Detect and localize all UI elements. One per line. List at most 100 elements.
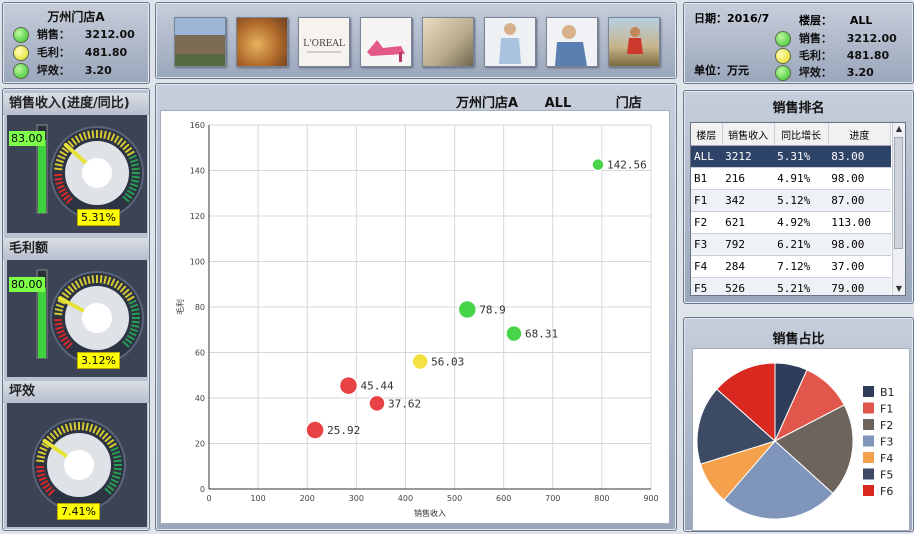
interior-photo[interactable] [422, 17, 474, 67]
svg-text:L'OREAL: L'OREAL [303, 39, 345, 49]
legend-label: F1 [880, 403, 893, 416]
floor-value: ALL [850, 14, 873, 27]
level-bar-fill [38, 288, 46, 358]
scroll-thumb[interactable] [894, 137, 903, 249]
legend-swatch [863, 436, 874, 447]
legend-swatch [863, 419, 874, 430]
date-label: 日期：2016/7 [694, 10, 769, 26]
legend-swatch [863, 485, 874, 496]
legend-swatch [863, 452, 874, 463]
column-header[interactable]: 销售收入 [722, 123, 774, 146]
gauge-tick [54, 169, 62, 170]
legend-swatch [863, 403, 874, 414]
level-bar-fill [38, 140, 46, 213]
y-tick-label: 160 [190, 121, 205, 130]
gauge-hub [64, 450, 94, 480]
y-tick-label: 140 [190, 167, 205, 176]
data-label: 68.31 [525, 328, 558, 341]
ranking-title: 销售排名 [684, 97, 913, 116]
data-label: 142.56 [607, 159, 647, 172]
ranking-table: 楼层 销售收入 同比增长 进度 ALL32125.31%83.00 B12164… [690, 122, 906, 296]
table-row[interactable]: F26214.92%113.00 [691, 212, 891, 234]
data-point [592, 159, 604, 171]
x-tick-label: 600 [496, 494, 511, 503]
table-row[interactable]: F37926.21%98.00 [691, 234, 891, 256]
photo-strip: L'OREAL [155, 2, 677, 79]
column-header[interactable]: 楼层 [691, 123, 722, 146]
gauge-pct-value: 7.41% [57, 503, 100, 520]
chart-store: 万州门店A [456, 96, 518, 111]
x-tick-label: 400 [398, 494, 413, 503]
gauge-tick [132, 322, 140, 323]
table-row[interactable]: B12164.91%98.00 [691, 168, 891, 190]
table-row[interactable]: F13425.12%87.00 [691, 190, 891, 212]
share-panel: 销售占比 B1F1F2F3F4F5F6 [683, 317, 914, 532]
loreal-photo[interactable]: L'OREAL [298, 17, 350, 67]
data-label: 56.03 [431, 356, 464, 369]
gauge-level-value: 80.00 [9, 277, 45, 292]
legend-label: F6 [880, 485, 893, 498]
gauge-tick [132, 169, 140, 170]
chart-header: 万州门店A ALL 门店 [456, 92, 642, 111]
data-point [458, 301, 476, 319]
food-photo[interactable] [236, 17, 288, 67]
chart-type: 门店 [616, 96, 642, 111]
scroll-down-icon[interactable]: ▼ [893, 283, 905, 295]
table-header: 楼层 销售收入 同比增长 进度 [691, 123, 891, 146]
data-point [339, 377, 357, 395]
margin-gauge: 80.00 3.12% [7, 260, 147, 377]
gauge-pct-value: 3.12% [77, 352, 120, 369]
gauge-title: 销售收入(进度/同比) [3, 93, 149, 115]
fashion-woman-photo[interactable] [484, 17, 536, 67]
gauge-tick [93, 275, 94, 283]
sports-photo[interactable] [608, 17, 660, 67]
gauge-tick [75, 422, 76, 430]
gauge-tick [132, 314, 140, 315]
gauge-pct-value: 5.31% [77, 209, 120, 226]
gauge-tick [132, 177, 140, 178]
y-tick-label: 100 [190, 258, 205, 267]
table-row[interactable]: F42847.12%37.00 [691, 256, 891, 278]
x-tick-label: 300 [349, 494, 364, 503]
legend-label: B1 [880, 386, 895, 399]
store-summary-panel: 万州门店A 销售： 3212.00 毛利： 481.80 坪效： 3.20 [2, 2, 150, 84]
sales-gauge: 83.00 5.31% [7, 115, 147, 233]
gauge-tick [55, 323, 63, 324]
legend-label: F2 [880, 419, 893, 432]
column-header[interactable]: 同比增长 [774, 123, 828, 146]
y-tick-label: 40 [195, 394, 205, 403]
table-row[interactable]: F55265.21%79.00 [691, 278, 891, 297]
data-point [369, 395, 385, 411]
x-tick-label: 0 [206, 494, 211, 503]
status-yellow-icon [13, 45, 29, 61]
x-tick-label: 800 [594, 494, 609, 503]
shoe-photo[interactable] [360, 17, 412, 67]
date-panel: 日期：2016/7 楼层： ALL 单位：万元 销售： 3212.00 毛利： … [683, 2, 914, 84]
table-scrollbar[interactable]: ▲ ▼ [892, 123, 905, 295]
x-tick-label: 700 [545, 494, 560, 503]
data-label: 78.9 [479, 304, 506, 317]
y-tick-label: 60 [195, 349, 205, 358]
legend-label: F5 [880, 469, 893, 482]
table-row[interactable]: ALL32125.31%83.00 [691, 146, 891, 168]
status-yellow-icon [775, 48, 791, 64]
data-label: 45.44 [360, 380, 393, 393]
x-tick-label: 100 [250, 494, 265, 503]
gauge-tick [54, 314, 62, 315]
fashion-man-photo[interactable] [546, 17, 598, 67]
status-green-icon [13, 63, 29, 79]
gauge-level-value: 83.00 [9, 131, 45, 146]
gauge-title: 坪效 [3, 381, 149, 403]
chart-area: 0100200300400500600700800900020406080100… [160, 110, 670, 524]
scroll-up-icon[interactable]: ▲ [893, 123, 905, 135]
gauge-hub [82, 158, 112, 188]
chart-floor: ALL [545, 96, 572, 111]
margin-row: 毛利： 481.80 [13, 44, 127, 61]
column-header[interactable]: 进度 [828, 123, 890, 146]
floor-label: 楼层： ALL [799, 12, 872, 28]
store-title: 万州门店A [3, 8, 149, 25]
data-point [306, 421, 324, 439]
x-tick-label: 900 [643, 494, 658, 503]
mall-photo[interactable] [174, 17, 226, 67]
unit-label: 单位：万元 [694, 62, 749, 78]
